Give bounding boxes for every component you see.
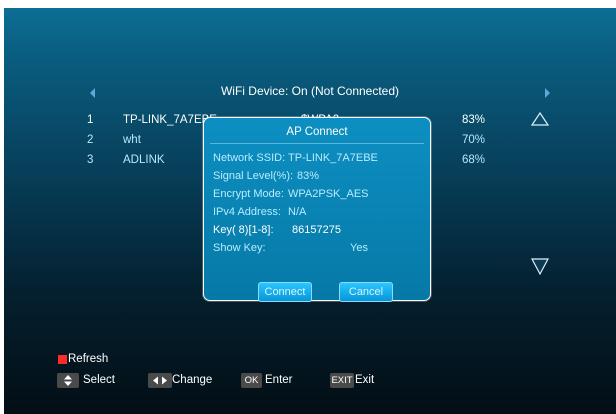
connect-button[interactable]: Connect: [258, 282, 312, 302]
scroll-down-icon[interactable]: [531, 258, 549, 276]
ipv4-address-value: N/A: [288, 206, 307, 218]
dialog-title-divider: [210, 143, 424, 144]
network-number: 2: [87, 134, 94, 146]
network-signal: 83%: [462, 114, 486, 126]
ap-connect-dialog: AP Connect Network SSID: TP-LINK_7A7EBE …: [203, 117, 431, 302]
red-key-icon: [58, 355, 67, 364]
signal-level-value: 83%: [297, 170, 320, 182]
cancel-button[interactable]: Cancel: [339, 282, 393, 302]
network-signal: 70%: [462, 134, 486, 146]
dialog-title: AP Connect: [286, 126, 348, 138]
exit-label: Exit: [355, 374, 375, 386]
ok-key: OK: [241, 373, 262, 388]
tv-screen: WiFi Device: On (Not Connected) 1 TP-LIN…: [4, 8, 616, 414]
exit-key: EXIT: [330, 373, 354, 388]
signal-level-label: Signal Level(%):: [213, 170, 294, 182]
network-number: 3: [87, 154, 94, 166]
wifi-device-status: WiFi Device: On (Not Connected): [220, 84, 400, 98]
show-key-label: Show Key:: [213, 242, 266, 254]
page-right-icon[interactable]: [545, 88, 550, 98]
scroll-up-icon[interactable]: [531, 112, 549, 126]
network-signal: 68%: [462, 154, 486, 166]
enter-label: Enter: [265, 374, 293, 386]
change-label: Change: [172, 374, 213, 386]
key-label: Key( 8)[1-8]:: [213, 224, 274, 236]
network-ssid: ADLINK: [123, 154, 165, 166]
network-ssid: wht: [123, 134, 141, 146]
network-ssid-value: TP-LINK_7A7EBE: [288, 152, 378, 164]
show-key-toggle[interactable]: Yes: [350, 242, 368, 254]
network-number: 1: [87, 114, 94, 126]
encrypt-mode-label: Encrypt Mode:: [213, 188, 284, 200]
ipv4-address-label: IPv4 Address:: [213, 206, 281, 218]
select-label: Select: [83, 374, 115, 386]
up-down-arrows-icon: [57, 373, 79, 388]
left-right-arrows-icon: [148, 373, 172, 388]
encrypt-mode-value: WPA2PSK_AES: [288, 188, 369, 200]
key-input[interactable]: 86157275: [292, 224, 341, 236]
network-ssid-label: Network SSID:: [213, 152, 286, 164]
refresh-label: Refresh: [68, 353, 109, 365]
